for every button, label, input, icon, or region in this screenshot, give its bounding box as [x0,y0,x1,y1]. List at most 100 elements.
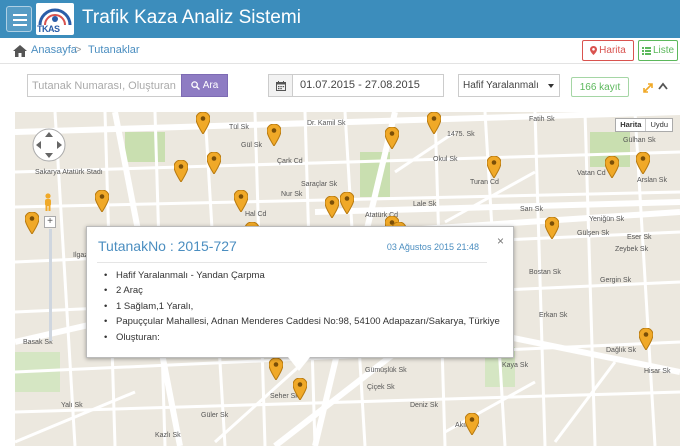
street-label: Tül Sk [229,124,249,131]
map-view-button[interactable]: Harita [582,40,634,61]
map-type-satellite-button[interactable]: Uydu [645,119,672,131]
street-label: Saraçlar Sk [301,181,338,188]
street-label: Dağlık Sk [606,347,636,354]
list-icon [641,46,651,55]
accident-pin-icon[interactable] [636,152,650,174]
street-label: Gümüşlük Sk [365,367,407,374]
street-label: Fatih Sk [529,116,555,123]
info-window-details: Hafif Yaralanmalı - Yandan Çarpma 2 Araç… [104,268,500,345]
street-view-pegman-icon[interactable] [43,193,53,211]
app-logo[interactable]: TKAS [36,3,74,35]
breadcrumb-current[interactable]: Tutanaklar [88,44,140,56]
accident-pin-icon[interactable] [427,112,441,134]
accident-pin-icon[interactable] [639,328,653,350]
selected-accident-pin-icon[interactable] [293,378,307,400]
search-button-label: Ara [202,80,219,91]
severity-selected-value: Hafif Yaralanmalı [463,80,539,91]
street-label: 1475. Sk [447,131,475,138]
map-view-label: Harita [599,45,626,56]
breadcrumb-bar: Anasayfa > Tutanaklar Harita Liste [0,38,680,64]
search-input[interactable] [27,74,181,97]
detail-casualties: 1 Sağlam,1 Yaralı, [104,299,500,314]
accident-pin-icon[interactable] [269,358,283,380]
zoom-in-button[interactable]: + [44,216,56,228]
info-window-pointer [288,357,310,371]
list-view-label: Liste [652,45,675,56]
accident-info-window: TutanakNo : 2015-727 03 Ağustos 2015 21:… [86,226,514,358]
record-count-badge: 166 kayıt [571,77,629,97]
logo-text: TKAS [37,24,60,34]
street-label: Bostan Sk [529,269,561,276]
accident-pin-icon[interactable] [207,152,221,174]
detail-address: Papuççular Mahallesi, Adnan Menderes Cad… [104,314,500,329]
street-label: Hisar Sk [644,368,671,375]
street-label: Hal Cd [245,211,267,218]
street-label: Kazlı Sk [155,432,181,439]
map-type-roadmap-button[interactable]: Harita [616,119,645,131]
street-label: Gülhan Sk [623,137,656,144]
street-label: Arslan Sk [637,177,667,184]
filter-bar: Ara 01.07.2015 - 27.08.2015 Hafif Yarala… [0,64,680,112]
calendar-icon [275,80,286,91]
street-label: Erkan Sk [539,312,568,319]
street-label: Turan Cd [470,179,499,186]
street-label: Kaya Sk [502,362,529,369]
street-label: Lale Sk [413,201,437,208]
breadcrumb-separator: > [75,44,82,56]
accident-pin-icon[interactable] [234,190,248,212]
date-range-value: 01.07.2015 - 27.08.2015 [300,79,420,91]
map-marker-icon [590,46,598,55]
street-label: Gülşen Sk [577,230,610,237]
breadcrumb-home-link[interactable]: Anasayfa [31,44,77,56]
hamburger-menu-button[interactable] [6,6,32,32]
street-label: Yeniğün Sk [589,216,625,223]
detail-vehicle-count: 2 Araç [104,283,500,298]
map-type-control: Harita Uydu [615,118,673,132]
accident-pin-icon[interactable] [25,212,39,234]
accident-pin-icon[interactable] [465,413,479,435]
info-window-divider [97,262,487,263]
accident-pin-icon[interactable] [95,190,109,212]
accident-pin-icon[interactable] [196,112,210,134]
zoom-slider[interactable] [49,229,52,341]
street-label: Güler Sk [201,412,229,419]
date-range-picker[interactable]: 01.07.2015 - 27.08.2015 [268,74,444,97]
top-bar: TKAS Trafik Kaza Analiz Sistemi [0,0,680,38]
accident-pin-icon[interactable] [340,192,354,214]
home-icon[interactable] [13,45,27,57]
street-label: Nur Sk [281,191,303,198]
pan-control-icon[interactable] [32,128,66,162]
chevron-down-icon [548,84,554,88]
street-label: Gül Sk [241,142,263,149]
info-window-title: TutanakNo : 2015-727 [98,238,237,254]
severity-select[interactable]: Hafif Yaralanmalı [458,74,560,97]
street-label: Gergin Sk [600,277,632,284]
chevron-up-icon[interactable] [658,82,668,90]
detail-created-by: Oluşturan: [104,330,500,345]
street-label: Eser Sk [627,234,652,241]
street-label: Vatan Cd [577,170,606,177]
app-title: Trafik Kaza Analiz Sistemi [82,7,301,28]
search-icon [190,81,200,90]
list-view-button[interactable]: Liste [638,40,678,61]
accident-pin-icon[interactable] [605,156,619,178]
street-label: Sarı Sk [520,206,543,213]
close-icon[interactable]: × [497,235,504,247]
street-label: Dr. Kamil Sk [307,120,346,127]
street-label: Okul Sk [433,156,458,163]
detail-severity-type: Hafif Yaralanmalı - Yandan Çarpma [104,268,500,283]
accident-pin-icon[interactable] [174,160,188,182]
search-button[interactable]: Ara [181,74,228,97]
street-label: Çiçek Sk [367,384,395,391]
street-label: Sakarya Atatürk Stadı [35,169,103,176]
street-label: Deniz Sk [410,402,439,409]
accident-pin-icon[interactable] [267,124,281,146]
fullscreen-icon[interactable] [643,83,653,93]
calendar-addon[interactable] [269,75,293,96]
accident-pin-icon[interactable] [545,217,559,239]
street-label: Yalı Sk [61,402,83,409]
accident-pin-icon[interactable] [325,196,339,218]
info-window-date: 03 Ağustos 2015 21:48 [386,242,479,252]
accident-pin-icon[interactable] [487,156,501,178]
accident-pin-icon[interactable] [385,127,399,149]
